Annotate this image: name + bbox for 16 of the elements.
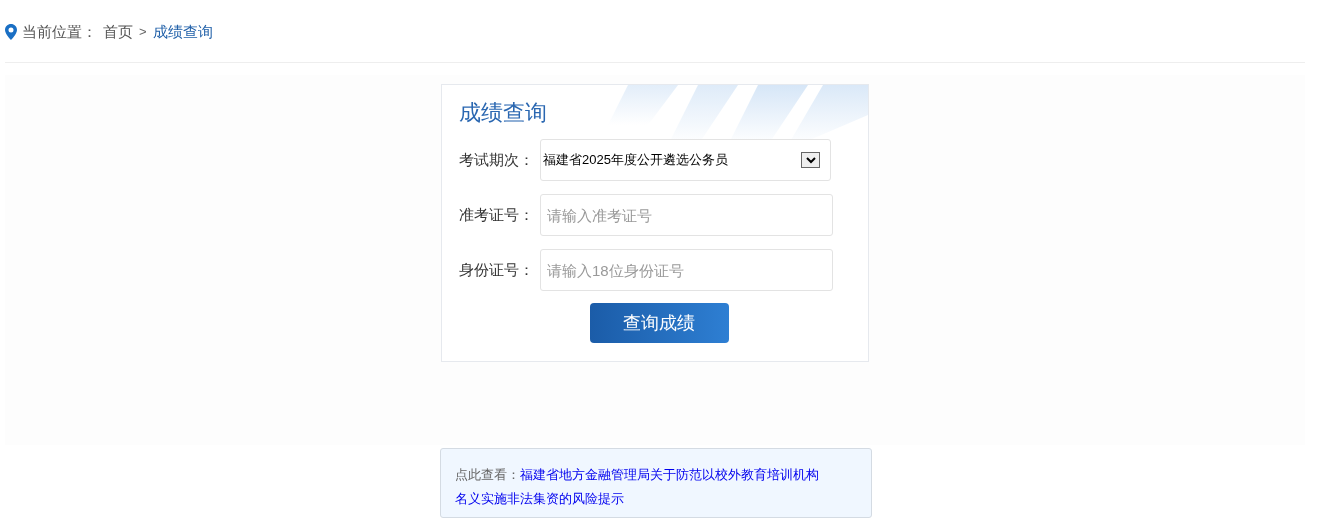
breadcrumb-link[interactable]: 成绩查询	[152, 20, 213, 44]
notice-link[interactable]: 名义实施非法集资的风险提示	[455, 487, 857, 511]
card-title: 成绩查询	[459, 99, 548, 127]
breadcrumb-link[interactable]: 首页	[103, 20, 133, 44]
text-input[interactable]: 请输入18位身份证号	[540, 249, 833, 291]
breadcrumb-separator: >	[139, 23, 147, 42]
notice-label: 点此查看：	[455, 466, 520, 484]
location-pin-icon	[5, 24, 17, 40]
query-button[interactable]: 查询成绩	[589, 303, 729, 343]
field-label: 身份证号：	[459, 259, 535, 280]
text-input[interactable]: 请输入准考证号	[540, 194, 833, 236]
field-label: 考试期次：	[459, 149, 535, 170]
breadcrumb-label: 当前位置：	[22, 21, 97, 42]
notice-link[interactable]: 福建省地方金融管理局关于防范以校外教育培训机构	[520, 463, 819, 487]
field-label: 准考证号：	[459, 204, 535, 225]
exam-select[interactable]: 福建省2025年度公开遴选公务员	[540, 139, 831, 181]
